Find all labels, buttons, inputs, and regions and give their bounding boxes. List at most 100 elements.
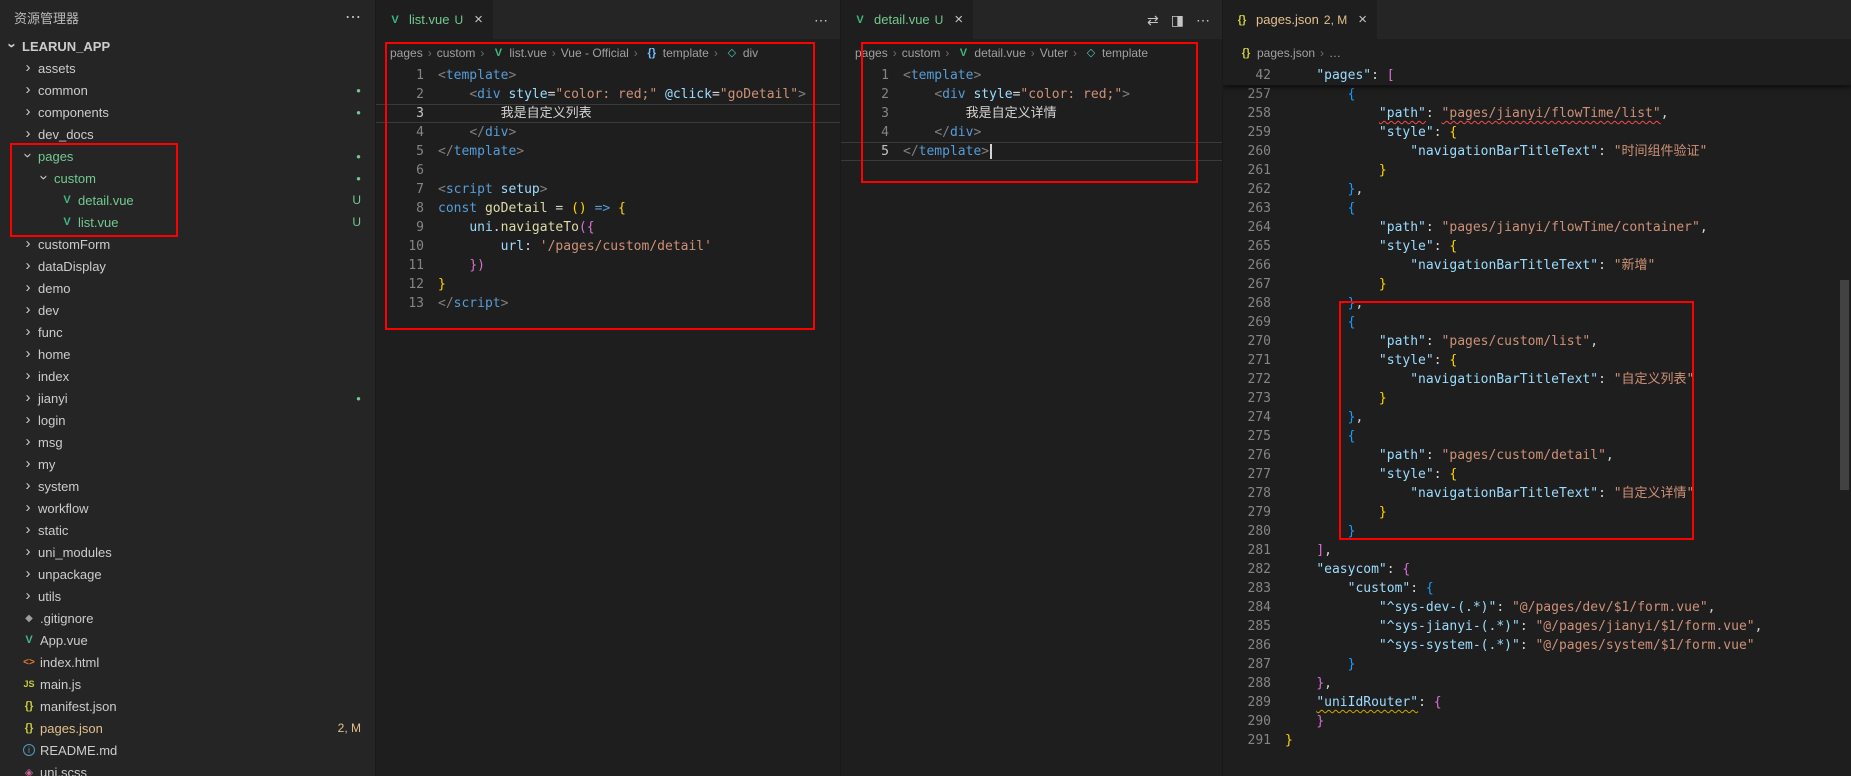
close-icon[interactable]: × [1358,11,1367,28]
tree-file-main.js[interactable]: JSmain.js [0,673,375,695]
tab[interactable]: {}pages.json2, M× [1223,0,1378,39]
code-line[interactable]: 263 { [1223,199,1851,218]
line-number[interactable]: 3 [841,104,889,123]
line-number[interactable]: 2 [841,85,889,104]
tree-folder-my[interactable]: ›my [0,453,375,475]
line-number[interactable]: 261 [1223,161,1271,180]
open-changes-icon[interactable]: ⇄ [1147,13,1159,27]
code-line[interactable]: 7<script setup> [376,180,840,199]
tree-folder-dev[interactable]: ›dev [0,299,375,321]
tree-file-.gitignore[interactable]: ◆.gitignore [0,607,375,629]
code-line[interactable]: 9 uni.navigateTo({ [376,218,840,237]
code-line[interactable]: 271 "style": { [1223,351,1851,370]
line-number[interactable]: 258 [1223,104,1271,123]
tree-file-pages.json[interactable]: {}pages.json2, M [0,717,375,739]
code-line[interactable]: 287 } [1223,655,1851,674]
code-line[interactable]: 1<template> [376,66,840,85]
breadcrumb-item[interactable]: Vlist.vue [489,46,546,60]
line-number[interactable]: 281 [1223,541,1271,560]
tree-file-index.html[interactable]: <>index.html [0,651,375,673]
line-number[interactable]: 264 [1223,218,1271,237]
line-number[interactable]: 289 [1223,693,1271,712]
tab[interactable]: Vlist.vueU× [376,0,494,39]
line-number[interactable]: 273 [1223,389,1271,408]
tree-folder-home[interactable]: ›home [0,343,375,365]
tree-folder-customForm[interactable]: ›customForm [0,233,375,255]
line-number[interactable]: 271 [1223,351,1271,370]
breadcrumb-item[interactable]: ◇template [1082,46,1148,60]
line-number[interactable]: 11 [376,256,424,275]
line-number[interactable]: 5 [376,142,424,161]
line-number[interactable]: 1 [376,66,424,85]
code-line[interactable]: 285 "^sys-jianyi-(.*)": "@/pages/jianyi/… [1223,617,1851,636]
code-line[interactable]: 275 { [1223,427,1851,446]
tree-folder-index[interactable]: ›index [0,365,375,387]
code-line[interactable]: 1<template> [841,66,1222,85]
code-line[interactable]: 10 url: '/pages/custom/detail' [376,237,840,256]
code-line[interactable]: 5</template> [841,142,1222,161]
tree-file-uni.scss[interactable]: ◈uni.scss [0,761,375,776]
code-lines[interactable]: 1<template>2 <div style="color: red;" @c… [376,66,840,776]
line-number[interactable]: 6 [376,161,424,180]
tree-file-README.md[interactable]: iREADME.md [0,739,375,761]
more-actions-icon[interactable]: ⋯ [1196,13,1210,27]
breadcrumb-item[interactable]: … [1329,46,1341,60]
breadcrumb-item[interactable]: custom [902,46,941,60]
line-number[interactable]: 266 [1223,256,1271,275]
tree-folder-custom[interactable]: ›custom● [0,167,375,189]
tree-folder-utils[interactable]: ›utils [0,585,375,607]
code-line[interactable]: 274 }, [1223,408,1851,427]
breadcrumb-item[interactable]: Vue - Official [561,46,629,60]
code-lines[interactable]: 42 "pages": [257 {258 "path": "pages/jia… [1223,66,1851,776]
breadcrumb-item[interactable]: custom [437,46,476,60]
code-line[interactable]: 2 <div style="color: red;"> [841,85,1222,104]
code-line[interactable]: 281 ], [1223,541,1851,560]
code-lines[interactable]: 1<template>2 <div style="color: red;">3 … [841,66,1222,776]
code-line[interactable]: 4 </div> [376,123,840,142]
line-number[interactable]: 284 [1223,598,1271,617]
code-line[interactable]: 289 "uniIdRouter": { [1223,693,1851,712]
line-number[interactable]: 279 [1223,503,1271,522]
split-editor-icon[interactable]: ◨ [1171,13,1184,27]
scrollbar-thumb[interactable] [1840,280,1849,490]
line-number[interactable]: 283 [1223,579,1271,598]
more-actions-icon[interactable]: ⋯ [814,13,828,27]
line-number[interactable]: 291 [1223,731,1271,750]
code-line[interactable]: 291} [1223,731,1851,750]
breadcrumb-item[interactable]: pages [855,46,888,60]
more-actions-icon[interactable]: ⋯ [345,10,361,26]
tree-folder-dataDisplay[interactable]: ›dataDisplay [0,255,375,277]
code-line[interactable]: 13</script> [376,294,840,313]
line-number[interactable]: 260 [1223,142,1271,161]
line-number[interactable]: 275 [1223,427,1271,446]
tree-folder-jianyi[interactable]: ›jianyi● [0,387,375,409]
code-line[interactable]: 260 "navigationBarTitleText": "时间组件验证" [1223,142,1851,161]
tree-file-detail.vue[interactable]: Vdetail.vueU [0,189,375,211]
code-line[interactable]: 8const goDetail = () => { [376,199,840,218]
line-number[interactable]: 290 [1223,712,1271,731]
code-line[interactable]: 278 "navigationBarTitleText": "自定义详情" [1223,484,1851,503]
code-line[interactable]: 265 "style": { [1223,237,1851,256]
line-number[interactable]: 259 [1223,123,1271,142]
code-line[interactable]: 3 我是自定义列表 [376,104,840,123]
code-line[interactable]: 5</template> [376,142,840,161]
line-number[interactable]: 277 [1223,465,1271,484]
line-number[interactable]: 5 [841,142,889,161]
code-line[interactable]: 12} [376,275,840,294]
breadcrumb-item[interactable]: {}template [643,46,709,60]
code-line[interactable]: 266 "navigationBarTitleText": "新增" [1223,256,1851,275]
tree-root[interactable]: › LEARUN_APP [0,35,375,57]
line-number[interactable]: 282 [1223,560,1271,579]
tree-folder-demo[interactable]: ›demo [0,277,375,299]
tree-folder-dev_docs[interactable]: ›dev_docs [0,123,375,145]
code-line[interactable]: 259 "style": { [1223,123,1851,142]
tree-folder-assets[interactable]: ›assets [0,57,375,79]
line-number[interactable]: 4 [376,123,424,142]
breadcrumb-item[interactable]: ◇div [723,46,758,60]
tab[interactable]: Vdetail.vueU× [841,0,974,39]
line-number[interactable]: 2 [376,85,424,104]
tree-folder-pages[interactable]: ›pages● [0,145,375,167]
tree-file-list.vue[interactable]: Vlist.vueU [0,211,375,233]
line-number[interactable]: 265 [1223,237,1271,256]
tree-file-manifest.json[interactable]: {}manifest.json [0,695,375,717]
